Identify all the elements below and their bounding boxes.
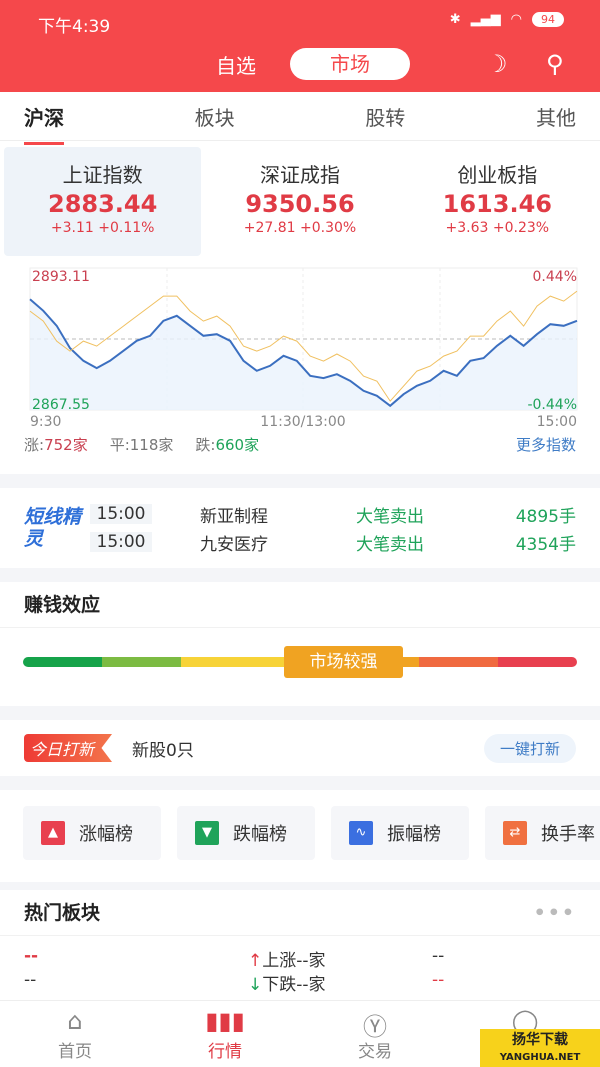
sentiment-badge: 市场较强: [284, 646, 403, 678]
index-card[interactable]: 上证指数 2883.44 +3.11 +0.11%: [4, 147, 202, 256]
x-tick: 11:30/13:00: [260, 414, 345, 430]
swap-icon: ⇄: [503, 821, 527, 845]
watermark-logo: 扬华下载 YANGHUA.NET: [480, 1029, 600, 1067]
list-item[interactable]: 15:00 新亚制程 大笔卖出 4895手: [90, 500, 576, 528]
tab-market[interactable]: 市场: [290, 48, 410, 80]
intraday-chart[interactable]: 2893.11 2867.55 0.44% -0.44% 9:30 11:30/…: [0, 256, 600, 474]
money-effect: 赚钱效应 市场较强: [0, 582, 600, 706]
intraday-chart-svg: 2893.11 2867.55 0.44% -0.44% 9:30 11:30/…: [29, 267, 578, 430]
status-icons: ✱ ▂▄▆ ◠ 94: [450, 12, 564, 27]
index-value: 9350.56: [245, 190, 355, 218]
sentiment-segment: [181, 657, 261, 667]
tab-other[interactable]: 其他: [536, 102, 576, 131]
rank-turnover[interactable]: ⇄ 换手率: [485, 806, 600, 860]
pct-max-label: 0.44%: [533, 269, 577, 285]
index-value: 1613.46: [442, 190, 552, 218]
ipo-count: 新股0只: [132, 740, 194, 761]
up-stat: ↑上涨--家: [248, 951, 326, 971]
signal-icon: ▂▄▆: [470, 12, 501, 27]
one-click-ipo-button[interactable]: 一键打新: [483, 733, 576, 763]
list-item[interactable]: 15:00 九安医疗 大笔卖出 4354手: [90, 528, 576, 556]
nav-home[interactable]: ⌂ 首页: [0, 1001, 150, 1067]
down-stat: ↓下跌--家: [248, 975, 326, 995]
ipo-tag: 今日打新: [24, 734, 113, 762]
tab-hushen[interactable]: 沪深: [24, 102, 64, 145]
wifi-icon: ◠: [510, 12, 522, 27]
index-name: 创业板指: [457, 163, 538, 187]
ipo-row: 今日打新 新股0只 一键打新: [0, 720, 600, 776]
rank-losers[interactable]: ▼ 跌幅榜: [177, 806, 315, 860]
status-time: 下午4:39: [38, 17, 111, 37]
x-tick: 15:00: [537, 414, 577, 430]
market-tabs: 沪深 板块 股转 其他: [0, 92, 600, 145]
market-breadth: 涨:752家 平:118家 跌:660家 更多指数: [0, 434, 600, 456]
index-card[interactable]: 深证成指 9350.56 +27.81 +0.30%: [201, 147, 398, 256]
index-name: 深证成指: [259, 163, 340, 187]
sentiment-segment: [23, 657, 103, 667]
sector-change: --: [24, 946, 39, 966]
bluetooth-icon: ✱: [449, 12, 461, 27]
header-segment: 自选 市场: [216, 48, 410, 80]
section-title: 热门板块: [24, 902, 101, 924]
more-indices-link[interactable]: 更多指数: [516, 434, 576, 456]
up-count: 涨:752家: [24, 436, 88, 454]
tab-sectors[interactable]: 板块: [195, 102, 235, 131]
yen-icon: Ⓨ: [363, 1013, 387, 1041]
index-change: +3.63 +0.23%: [445, 220, 550, 236]
short-term-sprite[interactable]: 短线精灵 15:00 新亚制程 大笔卖出 4895手 15:00 九安医疗 大笔卖出 435…: [0, 488, 600, 568]
nav-quotes[interactable]: ▮▮▮ 行情: [150, 1001, 300, 1067]
tab-watchlist[interactable]: 自选: [216, 50, 256, 79]
index-card[interactable]: 创业板指 1613.46 +3.63 +0.23%: [399, 147, 596, 256]
x-tick: 9:30: [30, 414, 61, 430]
sector-name: --: [24, 970, 37, 990]
leader-name: --: [432, 946, 445, 966]
rank-gainers[interactable]: ▲ 涨幅榜: [23, 806, 161, 860]
down-count: 跌:660家: [195, 436, 260, 454]
wave-icon: ∿: [349, 821, 373, 845]
battery: 94: [532, 12, 564, 27]
y-min-label: 2867.55: [32, 397, 90, 413]
pct-min-label: -0.44%: [527, 397, 577, 413]
leader-change: --: [432, 970, 445, 990]
index-change: +3.11 +0.11%: [50, 220, 155, 236]
bar-up-icon: ▲: [41, 821, 65, 845]
sentiment-segment: [418, 657, 498, 667]
index-change: +27.81 +0.30%: [243, 220, 357, 236]
bar-down-icon: ▼: [195, 821, 219, 845]
home-icon: ⌂: [67, 1007, 83, 1035]
flat-count: 平:118家: [109, 436, 174, 454]
more-icon[interactable]: •••: [534, 890, 576, 935]
search-icon[interactable]: ⚲: [546, 50, 564, 78]
section-title: 赚钱效应: [0, 582, 600, 628]
sentiment-segment: [102, 657, 182, 667]
index-value: 2883.44: [48, 190, 158, 218]
index-name: 上证指数: [62, 163, 143, 187]
sprite-logo: 短线精灵: [24, 506, 82, 550]
chart-icon: ▮▮▮: [205, 1007, 245, 1035]
sentiment-segment: [497, 657, 577, 667]
y-max-label: 2893.11: [32, 269, 90, 285]
tab-neeq[interactable]: 股转: [365, 102, 405, 131]
index-cards: 上证指数 2883.44 +3.11 +0.11% 深证成指 9350.56 +27.8…: [0, 140, 600, 256]
rank-shortcuts: ▲ 涨幅榜 ▼ 跌幅榜 ∿ 振幅榜 ⇄ 换手率: [0, 790, 600, 882]
hot-sectors: 热门板块 ••• -- -- ↑上涨--家 ↓下跌--家 -- --: [0, 890, 600, 1006]
rank-amplitude[interactable]: ∿ 振幅榜: [331, 806, 469, 860]
app-header: 下午4:39 ✱ ▂▄▆ ◠ 94 自选 市场 ☽ ⚲: [0, 0, 600, 92]
nav-trade[interactable]: Ⓨ 交易: [300, 1001, 450, 1067]
moon-icon[interactable]: ☽: [486, 50, 508, 78]
